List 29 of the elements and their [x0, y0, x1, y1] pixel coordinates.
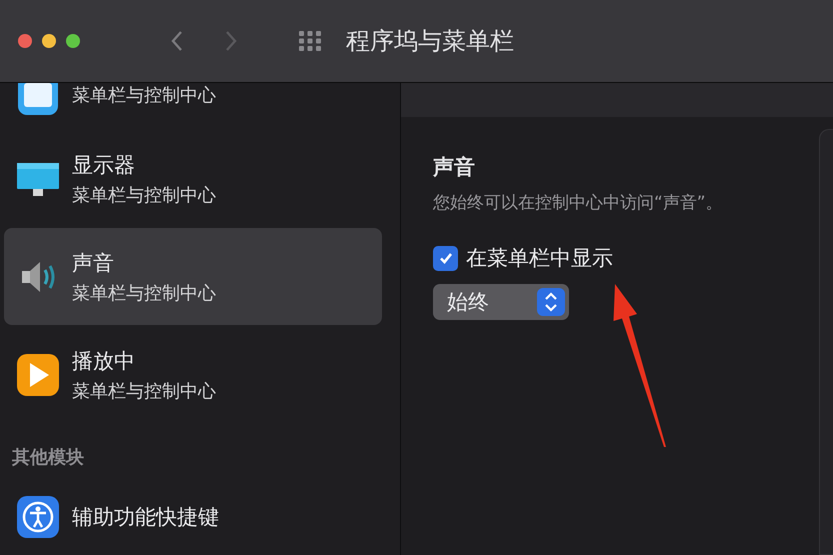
- item-title: 声音: [72, 250, 115, 276]
- window-title: 程序坞与菜单栏: [346, 26, 514, 57]
- checkbox[interactable]: [433, 246, 458, 270]
- grid-icon[interactable]: [298, 30, 322, 52]
- section-heading: 其他模块: [12, 446, 85, 469]
- play-icon: [16, 352, 60, 396]
- item-title: 播放中: [72, 348, 136, 374]
- minimize-button[interactable]: [42, 34, 56, 48]
- sidebar-item[interactable]: 播放中 菜单栏与控制中心: [4, 326, 382, 423]
- close-button[interactable]: [18, 34, 32, 48]
- sidebar-item[interactable]: 辅助功能快捷键: [4, 487, 382, 547]
- item-title: 辅助功能快捷键: [72, 504, 219, 531]
- stepper-icon: [537, 288, 565, 316]
- back-icon[interactable]: [170, 30, 184, 52]
- sidebar-item[interactable]: 菜单栏与控制中心: [4, 83, 382, 129]
- item-subtitle: 菜单栏与控制中心: [72, 184, 216, 206]
- item-subtitle: 菜单栏与控制中心: [72, 380, 216, 402]
- sidebar-item[interactable]: 显示器 菜单栏与控制中心: [4, 130, 382, 227]
- window-icon: [16, 83, 60, 117]
- accessibility-icon: [16, 495, 60, 539]
- zoom-button[interactable]: [66, 34, 80, 48]
- item-subtitle: 菜单栏与控制中心: [72, 84, 216, 107]
- section-title: 声音: [433, 154, 476, 181]
- popup-button[interactable]: 始终: [433, 284, 569, 320]
- item-subtitle: 菜单栏与控制中心: [72, 282, 216, 304]
- checkbox-label: 在菜单栏中显示: [466, 245, 613, 272]
- item-title: 显示器: [72, 152, 136, 178]
- description-text: 您始终可以在控制中心中访问“声音”。: [433, 192, 724, 214]
- sidebar-item[interactable]: 声音 菜单栏与控制中心: [4, 228, 382, 325]
